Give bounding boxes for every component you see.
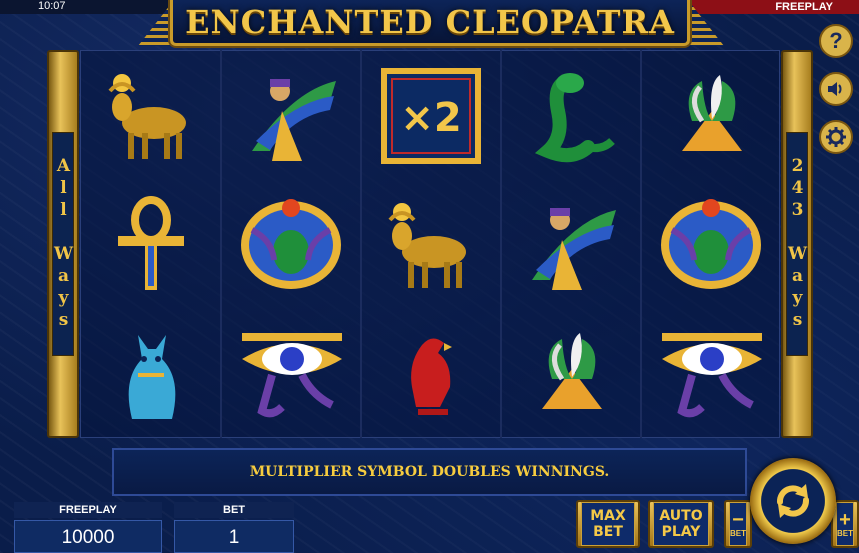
reel-divider	[640, 50, 642, 438]
title-banner: ENCHANTED CLEOPATRA	[170, 0, 690, 46]
reel-cell	[501, 51, 641, 180]
reel-cell	[641, 180, 781, 309]
max-bet-label: MAX BET	[590, 508, 626, 540]
bastet-cat-symbol	[128, 334, 176, 419]
side-panel-right: 243 Ways	[781, 50, 813, 438]
question-icon: ?	[829, 28, 843, 53]
hathor-bull-symbol	[388, 202, 466, 288]
spin-button[interactable]	[750, 458, 836, 544]
auto-play-label: AUTO PLAY	[659, 508, 703, 540]
reel-grid: ×2	[80, 50, 780, 438]
decrease-bet-label: BET	[730, 528, 746, 538]
reel-cell	[641, 309, 781, 438]
lotus-symbol	[682, 74, 742, 151]
reel-cell	[501, 180, 641, 309]
eye-of-horus-symbol	[242, 332, 342, 417]
ankh-symbol	[118, 195, 184, 290]
reel-cell	[641, 51, 781, 180]
freeplay-counter: FREEPLAY 10000	[14, 502, 162, 553]
reel-cell	[81, 51, 221, 180]
reel-cell	[81, 180, 221, 309]
reel-cell	[361, 180, 501, 309]
all-ways-label: All Ways	[53, 156, 74, 332]
isis-symbol	[532, 207, 616, 290]
reel-cell	[361, 309, 501, 438]
reel-cell	[221, 309, 361, 438]
lotus-symbol	[542, 332, 602, 409]
speaker-icon	[828, 82, 842, 96]
scarab-symbol	[241, 198, 341, 289]
freeplay-mode-tag: FREEPLAY	[689, 0, 859, 14]
decrease-bet-button[interactable]: − BET	[724, 500, 752, 548]
eye-of-horus-symbol	[662, 332, 762, 417]
game-title: ENCHANTED CLEOPATRA	[185, 2, 675, 41]
settings-button[interactable]	[819, 120, 853, 154]
cobra-symbol	[534, 72, 615, 162]
gear-icon	[826, 127, 846, 147]
hathor-bull-symbol	[108, 73, 186, 159]
reel-cell: ×2	[361, 51, 501, 180]
bet-value: 1	[174, 520, 294, 553]
auto-play-button[interactable]: AUTO PLAY	[648, 500, 714, 548]
plus-icon: +	[839, 508, 851, 531]
reel-divider	[360, 50, 362, 438]
reel-divider	[220, 50, 222, 438]
falcon-symbol	[411, 337, 452, 415]
reel-cell	[81, 309, 221, 438]
svg-text:×2: ×2	[400, 95, 461, 141]
reel-cell	[501, 309, 641, 438]
bet-label: BET	[174, 502, 294, 518]
clock: 10:07	[38, 0, 66, 12]
isis-symbol	[252, 78, 336, 161]
reel-cell	[221, 180, 361, 309]
side-panel-left: All Ways	[47, 50, 79, 438]
message-text: MULTIPLIER SYMBOL DOUBLES WINNINGS.	[249, 464, 610, 480]
x2-multiplier-symbol: ×2	[381, 67, 481, 164]
max-bet-button[interactable]: MAX BET	[576, 500, 640, 548]
freeplay-value: 10000	[14, 520, 162, 553]
ways-count-label: 243 Ways	[787, 156, 808, 332]
scarab-symbol	[661, 198, 761, 289]
bet-counter: BET 1	[174, 502, 294, 553]
message-bar: MULTIPLIER SYMBOL DOUBLES WINNINGS.	[112, 448, 747, 496]
minus-icon: −	[732, 508, 744, 531]
increase-bet-label: BET	[837, 528, 853, 538]
reel-cell	[221, 51, 361, 180]
spin-arrows-icon	[777, 484, 809, 518]
sound-button[interactable]	[819, 72, 853, 106]
freeplay-label: FREEPLAY	[14, 502, 162, 518]
help-button[interactable]: ?	[819, 24, 853, 58]
reel-divider	[500, 50, 502, 438]
